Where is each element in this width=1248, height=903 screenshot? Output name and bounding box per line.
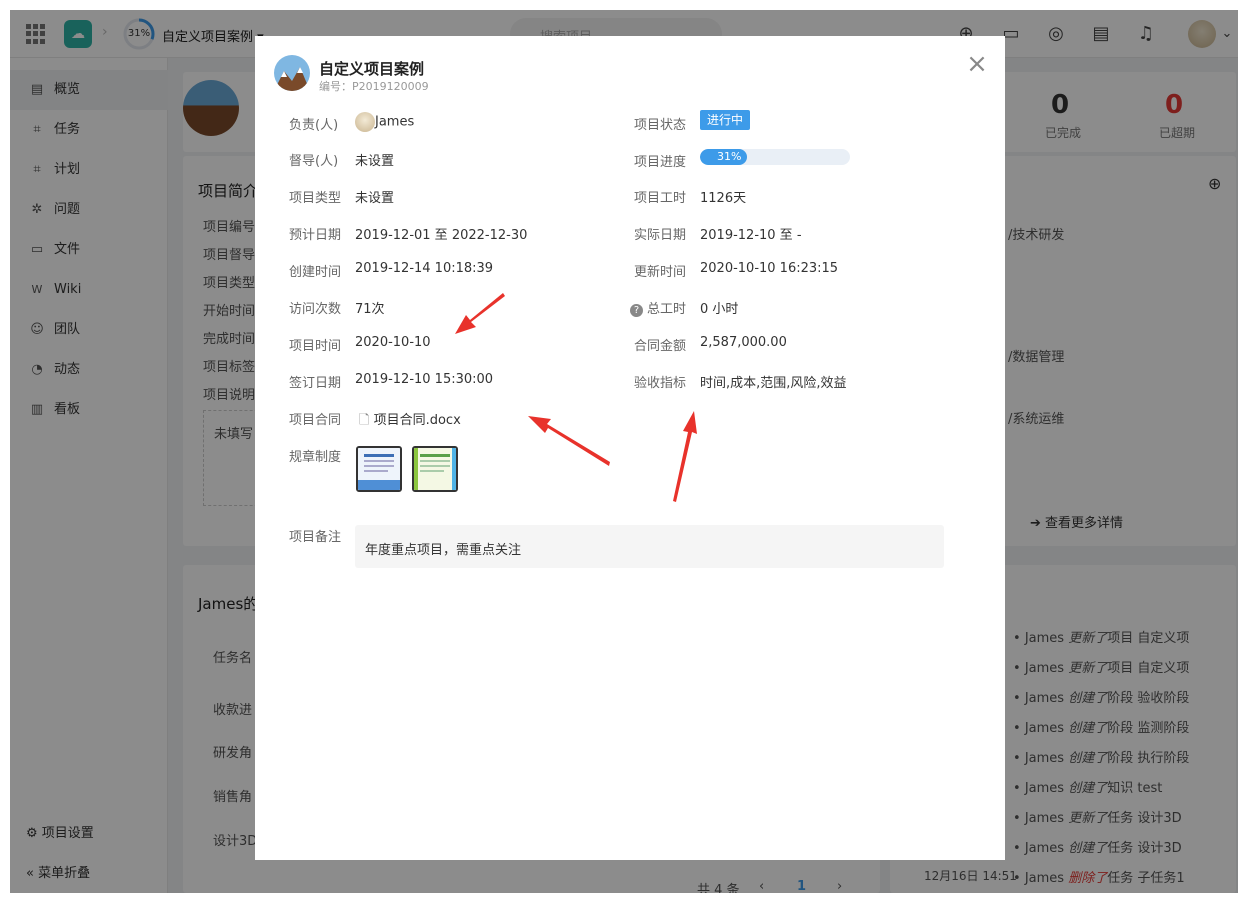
arrow-annotation <box>528 416 610 466</box>
annotation-arrows <box>455 293 697 502</box>
arrow-annotation <box>455 293 505 334</box>
arrow-annotation <box>673 411 697 502</box>
